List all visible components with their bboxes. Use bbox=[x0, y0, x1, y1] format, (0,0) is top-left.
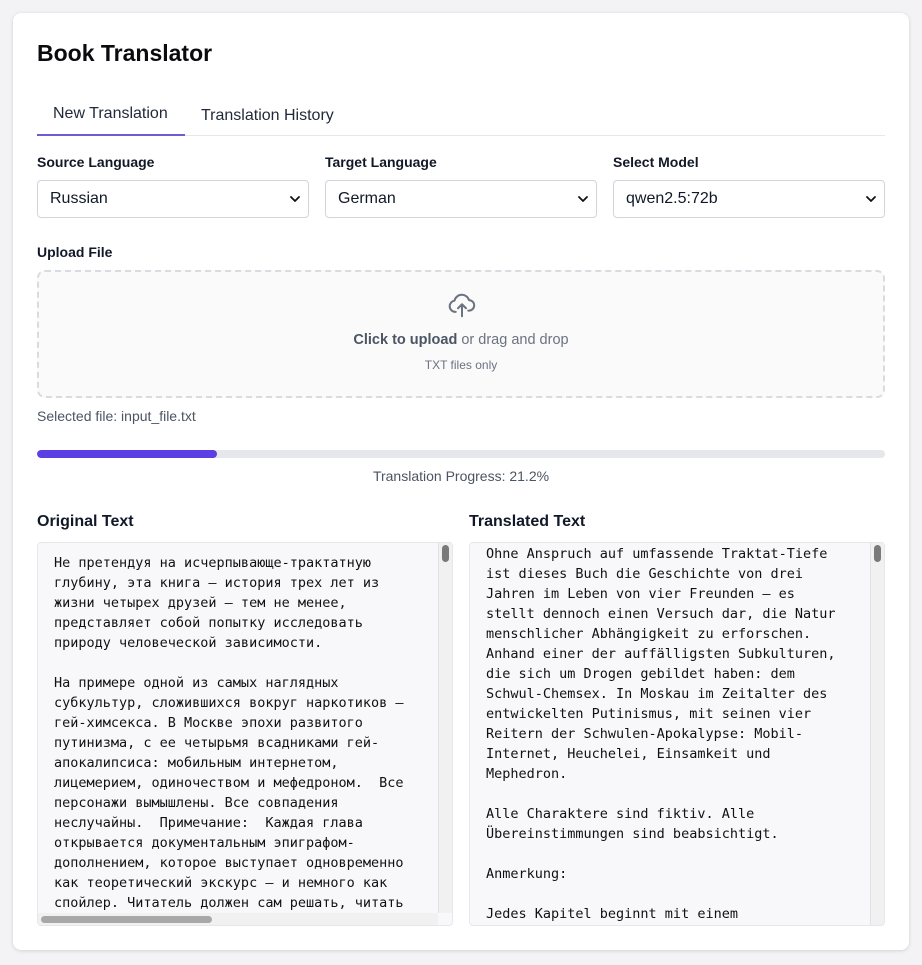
progress-text: Translation Progress: 21.2% bbox=[372, 468, 550, 484]
tab-bar: New Translation Translation History bbox=[37, 101, 885, 136]
source-language-select[interactable]: Russian bbox=[37, 180, 309, 218]
page-title: Book Translator bbox=[37, 40, 213, 66]
translated-vertical-scroll-thumb[interactable] bbox=[874, 545, 881, 562]
dropzone-cta: Click to upload or drag and drop bbox=[39, 332, 883, 348]
progress-bar-fill bbox=[37, 450, 217, 458]
model-select[interactable]: qwen2.5:72b bbox=[613, 180, 885, 218]
progress-bar bbox=[37, 450, 885, 458]
source-language-value: Russian bbox=[50, 190, 108, 207]
target-language-label: Target Language bbox=[325, 154, 437, 170]
original-text-content: Не претендуя на исчерпывающе-трактатную … bbox=[54, 555, 404, 911]
chevron-down-icon bbox=[866, 196, 876, 202]
tab-translation-history[interactable]: Translation History bbox=[185, 101, 334, 135]
target-language-value: German bbox=[338, 190, 396, 207]
model-value: qwen2.5:72b bbox=[626, 190, 718, 207]
original-horizontal-scrollbar[interactable] bbox=[38, 913, 438, 925]
file-dropzone[interactable]: Click to upload or drag and drop TXT fil… bbox=[37, 270, 885, 398]
translated-text-area[interactable]: Ohne Anspruch auf umfassende Traktat-Tie… bbox=[469, 542, 885, 926]
original-text-label: Original Text bbox=[37, 513, 134, 530]
selected-file-text: Selected file: input_file.txt bbox=[37, 408, 196, 424]
source-language-label: Source Language bbox=[37, 154, 155, 170]
original-horizontal-scroll-thumb[interactable] bbox=[41, 916, 212, 923]
click-to-upload-link[interactable]: Click to upload bbox=[353, 332, 457, 348]
file-type-hint: TXT files only bbox=[424, 358, 498, 372]
translated-text-content: Ohne Anspruch auf umfassende Traktat-Tie… bbox=[486, 546, 836, 922]
original-vertical-scrollbar[interactable] bbox=[438, 543, 452, 913]
original-text-area[interactable]: Не претендуя на исчерпывающе-трактатную … bbox=[37, 542, 453, 926]
model-label: Select Model bbox=[613, 154, 699, 170]
tab-new-translation[interactable]: New Translation bbox=[37, 101, 185, 136]
translator-card: Book Translator New Translation Translat… bbox=[13, 13, 909, 950]
upload-file-label: Upload File bbox=[37, 244, 113, 260]
drag-drop-text: or drag and drop bbox=[457, 332, 569, 348]
chevron-down-icon bbox=[290, 196, 300, 202]
original-vertical-scroll-thumb[interactable] bbox=[442, 545, 449, 562]
cloud-upload-icon bbox=[448, 293, 476, 318]
target-language-select[interactable]: German bbox=[325, 180, 597, 218]
chevron-down-icon bbox=[578, 196, 588, 202]
translated-text-label: Translated Text bbox=[469, 513, 586, 530]
translated-vertical-scrollbar[interactable] bbox=[870, 543, 884, 925]
